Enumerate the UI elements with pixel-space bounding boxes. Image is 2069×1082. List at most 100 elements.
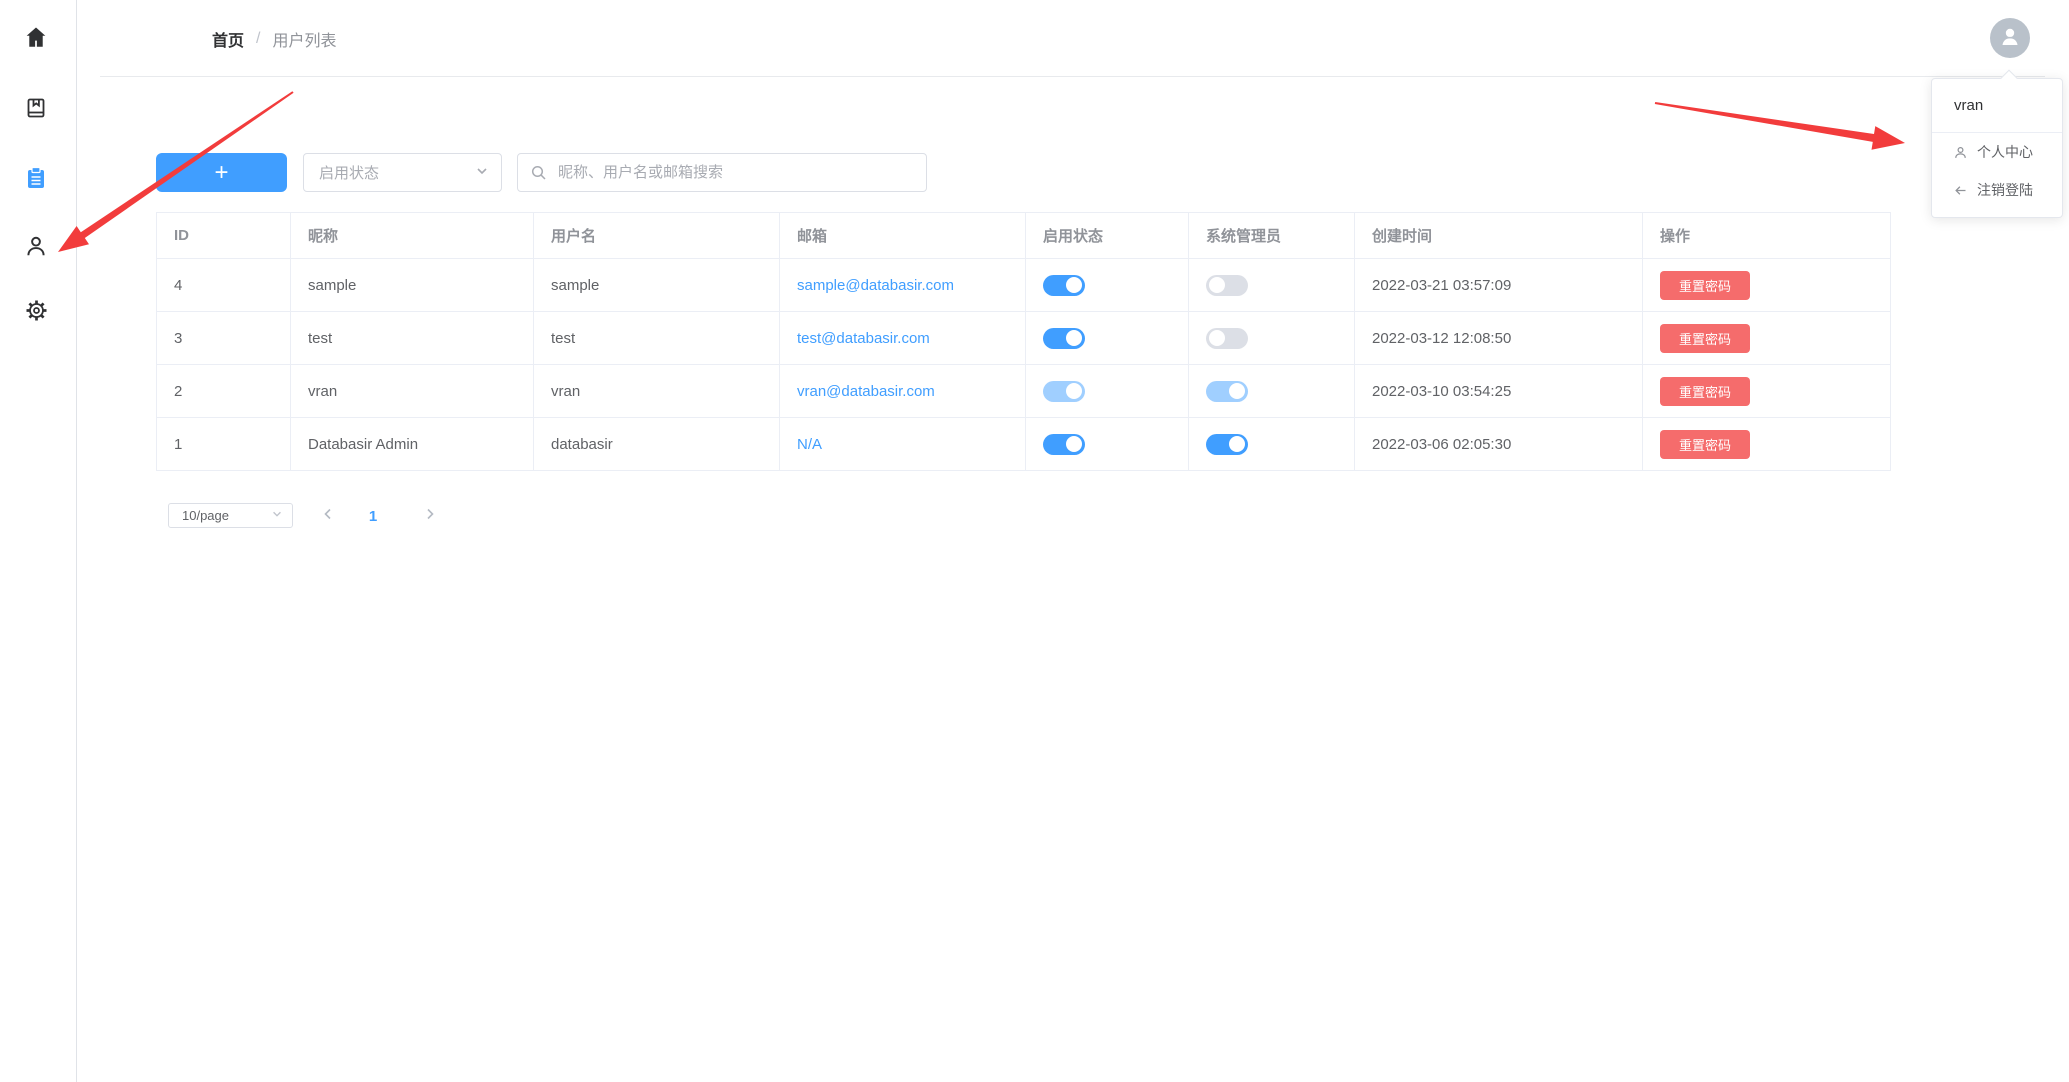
user-avatar[interactable] bbox=[1990, 18, 2030, 58]
add-user-button[interactable]: + bbox=[156, 153, 287, 192]
users-table: ID 昵称 用户名 邮箱 启用状态 系统管理员 创建时间 操作 4 sample… bbox=[156, 212, 1891, 471]
email-link[interactable]: vran@databasir.com bbox=[797, 383, 935, 400]
chevron-down-icon bbox=[475, 164, 489, 182]
cell-username: vran bbox=[534, 365, 780, 418]
status-filter-select[interactable]: 启用状态 bbox=[303, 153, 502, 192]
cell-enabled bbox=[1026, 312, 1189, 365]
reset-password-button[interactable]: 重置密码 bbox=[1660, 271, 1750, 300]
person-icon bbox=[23, 233, 49, 263]
col-header-id: ID bbox=[157, 213, 291, 259]
sidebar bbox=[0, 0, 77, 1082]
table-row: 3 test test test@databasir.com 2022-03-1… bbox=[157, 312, 1891, 365]
cell-enabled bbox=[1026, 418, 1189, 471]
sidebar-item-home[interactable] bbox=[16, 19, 56, 59]
cell-id: 4 bbox=[157, 259, 291, 312]
email-link[interactable]: test@databasir.com bbox=[797, 330, 930, 347]
page-size-select[interactable]: 10/page bbox=[168, 503, 293, 528]
enabled-toggle[interactable] bbox=[1043, 434, 1085, 455]
breadcrumb: 首页 / 用户列表 bbox=[212, 0, 336, 77]
col-header-admin: 系统管理员 bbox=[1189, 213, 1355, 259]
cell-created-time: 2022-03-06 02:05:30 bbox=[1355, 418, 1643, 471]
sidebar-item-list-active[interactable] bbox=[16, 160, 56, 200]
table-row: 1 Databasir Admin databasir N/A 2022-03-… bbox=[157, 418, 1891, 471]
menu-item-logout[interactable]: 注销登陆 bbox=[1932, 171, 2062, 209]
breadcrumb-separator: / bbox=[256, 30, 260, 48]
user-dropdown-menu: vran 个人中心 注销登陆 bbox=[1931, 78, 2063, 218]
menu-item-profile-label: 个人中心 bbox=[1977, 142, 2033, 162]
cell-username: test bbox=[534, 312, 780, 365]
reset-password-button[interactable]: 重置密码 bbox=[1660, 377, 1750, 406]
cell-admin bbox=[1189, 418, 1355, 471]
cell-email: test@databasir.com bbox=[780, 312, 1026, 365]
red-annotation-arrow-dropdown bbox=[1655, 102, 1905, 150]
cell-nickname: vran bbox=[291, 365, 534, 418]
admin-toggle[interactable] bbox=[1206, 328, 1248, 349]
cell-username: databasir bbox=[534, 418, 780, 471]
search-box bbox=[517, 153, 927, 192]
avatar-person-icon bbox=[1998, 24, 2022, 52]
book-icon bbox=[24, 96, 48, 124]
cell-email: N/A bbox=[780, 418, 1026, 471]
table-header: ID 昵称 用户名 邮箱 启用状态 系统管理员 创建时间 操作 bbox=[157, 213, 1891, 259]
col-header-username: 用户名 bbox=[534, 213, 780, 259]
admin-toggle[interactable] bbox=[1206, 434, 1248, 455]
cell-created-time: 2022-03-12 12:08:50 bbox=[1355, 312, 1643, 365]
prev-page-button[interactable] bbox=[316, 504, 340, 528]
status-filter-placeholder: 启用状态 bbox=[319, 162, 379, 183]
menu-item-profile[interactable]: 个人中心 bbox=[1932, 133, 2062, 171]
sidebar-item-docs[interactable] bbox=[16, 90, 56, 130]
cell-id: 2 bbox=[157, 365, 291, 418]
cell-enabled bbox=[1026, 365, 1189, 418]
cell-id: 3 bbox=[157, 312, 291, 365]
col-header-created: 创建时间 bbox=[1355, 213, 1643, 259]
cell-nickname: Databasir Admin bbox=[291, 418, 534, 471]
cell-enabled bbox=[1026, 259, 1189, 312]
app-root: { "breadcrumb": { "home": "首页", "separat… bbox=[0, 0, 2069, 1082]
cell-actions: 重置密码 bbox=[1643, 418, 1891, 471]
arrow-left-icon bbox=[1953, 183, 1968, 198]
search-input[interactable] bbox=[517, 153, 927, 192]
user-icon bbox=[1953, 145, 1968, 160]
col-header-email: 邮箱 bbox=[780, 213, 1026, 259]
col-header-actions: 操作 bbox=[1643, 213, 1891, 259]
cell-username: sample bbox=[534, 259, 780, 312]
chevron-right-icon bbox=[423, 507, 437, 525]
cell-created-time: 2022-03-10 03:54:25 bbox=[1355, 365, 1643, 418]
topbar-divider bbox=[100, 76, 2045, 77]
email-link[interactable]: N/A bbox=[797, 436, 822, 453]
sidebar-item-settings[interactable] bbox=[16, 292, 56, 332]
home-icon bbox=[23, 24, 49, 54]
table-body: 4 sample sample sample@databasir.com 202… bbox=[157, 259, 1891, 471]
breadcrumb-home[interactable]: 首页 bbox=[212, 27, 244, 51]
cell-nickname: test bbox=[291, 312, 534, 365]
col-header-enabled: 启用状态 bbox=[1026, 213, 1189, 259]
admin-toggle[interactable] bbox=[1206, 275, 1248, 296]
table-row: 2 vran vran vran@databasir.com 2022-03-1… bbox=[157, 365, 1891, 418]
chevron-down-icon bbox=[271, 508, 283, 523]
page-number-current[interactable]: 1 bbox=[355, 504, 391, 528]
clipboard-icon bbox=[24, 166, 48, 194]
chevron-left-icon bbox=[321, 507, 335, 525]
enabled-toggle[interactable] bbox=[1043, 381, 1085, 402]
cell-actions: 重置密码 bbox=[1643, 312, 1891, 365]
next-page-button[interactable] bbox=[418, 504, 442, 528]
col-header-nickname: 昵称 bbox=[291, 213, 534, 259]
topbar: 首页 / 用户列表 bbox=[77, 0, 2069, 77]
page-size-value: 10/page bbox=[182, 508, 229, 523]
email-link[interactable]: sample@databasir.com bbox=[797, 277, 954, 294]
enabled-toggle[interactable] bbox=[1043, 328, 1085, 349]
menu-item-logout-label: 注销登陆 bbox=[1977, 180, 2033, 200]
cell-email: vran@databasir.com bbox=[780, 365, 1026, 418]
admin-toggle[interactable] bbox=[1206, 381, 1248, 402]
table-row: 4 sample sample sample@databasir.com 202… bbox=[157, 259, 1891, 312]
enabled-toggle[interactable] bbox=[1043, 275, 1085, 296]
cell-actions: 重置密码 bbox=[1643, 259, 1891, 312]
cell-admin bbox=[1189, 312, 1355, 365]
reset-password-button[interactable]: 重置密码 bbox=[1660, 324, 1750, 353]
sidebar-item-users[interactable] bbox=[16, 228, 56, 268]
search-icon bbox=[531, 165, 547, 185]
cell-admin bbox=[1189, 365, 1355, 418]
breadcrumb-current: 用户列表 bbox=[272, 27, 336, 51]
reset-password-button[interactable]: 重置密码 bbox=[1660, 430, 1750, 459]
cell-created-time: 2022-03-21 03:57:09 bbox=[1355, 259, 1643, 312]
